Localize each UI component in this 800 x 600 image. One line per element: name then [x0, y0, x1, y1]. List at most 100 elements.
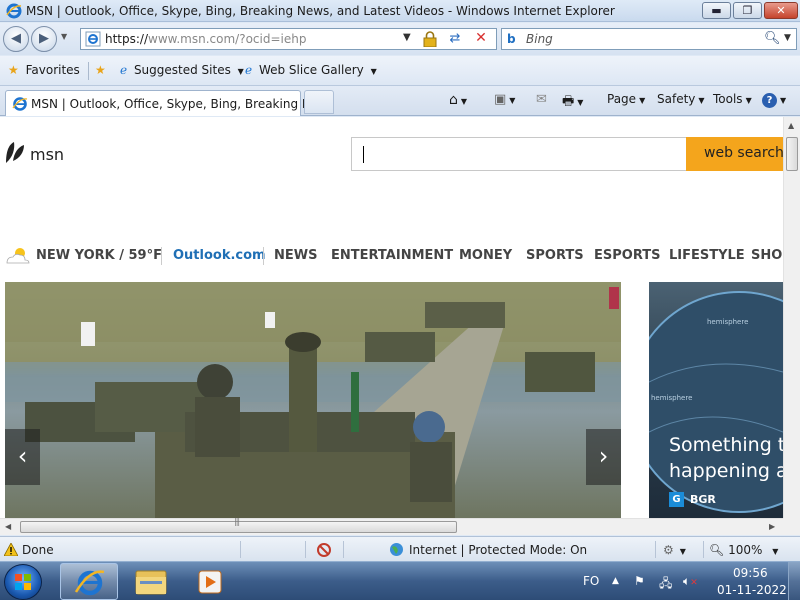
headline-line-2: happening at [669, 460, 783, 482]
search-options-dropdown-icon[interactable]: ▼ [784, 33, 791, 43]
address-bar[interactable]: https://www.msn.com/?ocid=iehp ▼ ⇄ ✕ [80, 28, 497, 50]
recent-pages-dropdown-icon[interactable]: ▼ [61, 32, 67, 41]
volume-muted-icon[interactable]: 🔈︎✕ [683, 574, 698, 589]
nav-shop[interactable]: SHOP [751, 248, 783, 263]
add-to-favorites-bar-button[interactable]: ★ [95, 63, 106, 77]
favorites-button[interactable]: ★ Favorites [8, 63, 80, 77]
weather-location-link[interactable]: NEW YORK / 59°F [36, 248, 162, 263]
side-card-source: BGR [690, 493, 716, 506]
language-indicator[interactable]: FO [583, 574, 599, 588]
warning-icon[interactable] [4, 543, 18, 556]
favorites-divider [88, 62, 89, 80]
forward-button[interactable]: ▶ [31, 26, 57, 52]
nav-entertainment[interactable]: ENTERTAINMENT [331, 248, 453, 263]
network-icon[interactable]: 🖧 [659, 574, 672, 595]
show-desktop-button[interactable] [788, 562, 800, 600]
protected-mode-settings[interactable]: ⚙ ▼ [663, 543, 686, 557]
show-hidden-icons-icon[interactable]: ▲ [612, 576, 619, 586]
hero-news-image[interactable] [5, 282, 621, 518]
scroll-left-icon[interactable]: ◀ [5, 522, 11, 531]
favorites-label: Favorites [25, 63, 80, 77]
nav-divider [161, 247, 162, 265]
chevron-down-icon: ▼ [698, 96, 705, 105]
vertical-scrollbar[interactable]: ▲ [783, 117, 800, 518]
internet-zone-globe-icon [390, 543, 403, 556]
tools-menu-label: Tools [713, 92, 743, 106]
status-text: Done [22, 543, 54, 557]
close-button[interactable]: ✕ [764, 2, 798, 19]
suggested-sites-button[interactable]: ℯ Suggested Sites ▼ [120, 63, 244, 77]
nav-outlook[interactable]: Outlook.com [173, 248, 266, 263]
url-path: /?ocid=iehp [235, 32, 307, 46]
carousel-prev-button[interactable]: ‹ [5, 429, 40, 485]
start-button[interactable] [4, 564, 42, 600]
nav-money[interactable]: MONEY [459, 248, 512, 263]
search-bar[interactable]: b Bing 🔍︎ ▼ [501, 28, 797, 50]
tools-menu-button[interactable]: Tools ▼ [713, 92, 752, 106]
scrollbar-corner [783, 518, 800, 535]
folder-icon [135, 570, 167, 595]
nav-esports[interactable]: ESPORTS [594, 248, 660, 263]
page-content: msn web search NEW YORK / 59°F Outlook.c… [0, 117, 783, 518]
home-button[interactable]: ⌂ ▼ [449, 92, 467, 108]
lock-icon[interactable] [423, 31, 437, 47]
favorites-bar: ★ Favorites ★ ℯ Suggested Sites ▼ ℯ Web … [0, 56, 800, 86]
zoom-control[interactable]: 🔍︎ 100% ▼ [709, 543, 778, 557]
page-menu-button[interactable]: Page ▼ [607, 92, 645, 106]
search-placeholder[interactable]: Bing [526, 32, 553, 46]
print-icon: 🖶 [562, 94, 575, 109]
search-icon[interactable]: 🔍︎ [764, 31, 781, 46]
url-host: www.msn.com [148, 32, 236, 46]
minimize-button[interactable]: ▬ [702, 2, 731, 19]
new-tab-button[interactable] [304, 90, 334, 114]
media-player-icon [198, 570, 222, 594]
carousel-next-button[interactable]: › [586, 429, 621, 485]
msn-butterfly-icon[interactable] [4, 139, 26, 165]
tab-msn[interactable]: MSN | Outlook, Office, Skype, Bing, Brea… [5, 90, 330, 116]
safety-menu-button[interactable]: Safety ▼ [657, 92, 705, 106]
back-button[interactable]: ◀ [3, 26, 29, 52]
protected-mode-icon: ⚙ [663, 543, 674, 557]
scroll-up-icon[interactable]: ▲ [788, 121, 794, 130]
security-zone-text[interactable]: Internet | Protected Mode: On [409, 543, 587, 557]
msn-search-input[interactable] [351, 137, 687, 171]
taskbar-media-player[interactable] [182, 563, 240, 600]
web-search-button[interactable]: web search [686, 137, 783, 171]
read-mail-button[interactable]: ✉ [536, 92, 547, 107]
map-label: hemisphere [707, 318, 748, 326]
chevron-down-icon: ▼ [780, 96, 787, 105]
taskbar-internet-explorer[interactable] [60, 563, 118, 600]
address-dropdown-icon[interactable]: ▼ [403, 32, 411, 43]
feeds-button[interactable]: ▣ ▼ [494, 92, 515, 107]
stop-icon[interactable]: ✕ [473, 30, 489, 46]
nav-lifestyle[interactable]: LIFESTYLE [669, 248, 745, 263]
nav-sports[interactable]: SPORTS [526, 248, 584, 263]
tab-row: MSN | Outlook, Office, Skype, Bing, Brea… [0, 86, 800, 116]
status-divider [703, 541, 704, 558]
compatibility-refresh-icon[interactable]: ⇄ [447, 31, 463, 47]
chevron-down-icon: ▼ [577, 98, 584, 107]
internet-explorer-icon [74, 570, 105, 596]
maximize-button[interactable]: ❐ [733, 2, 762, 19]
clock-time[interactable]: 09:56 [733, 566, 768, 580]
print-button[interactable]: 🖶 ▼ [562, 92, 583, 114]
taskbar-file-explorer[interactable] [122, 563, 180, 600]
vertical-scroll-thumb[interactable] [786, 137, 798, 171]
msn-logo-text[interactable]: msn [30, 145, 64, 164]
zoom-level: 100% [728, 543, 763, 557]
scroll-right-icon[interactable]: ▶ [769, 522, 775, 531]
horizontal-scrollbar[interactable]: ◀ ||| ▶ [0, 517, 783, 535]
rss-feed-icon: ▣ [494, 92, 507, 107]
chevron-left-icon: ‹ [17, 442, 28, 470]
side-news-card[interactable]: hemisphere hemisphere Something te happe… [649, 282, 783, 518]
url-text[interactable]: https://www.msn.com/?ocid=iehp [105, 32, 306, 46]
add-favorite-icon: ★ [95, 63, 106, 77]
clock-date[interactable]: 01-11-2022 [717, 583, 787, 597]
action-center-flag-icon[interactable]: ⚑ [634, 574, 645, 588]
nav-news[interactable]: NEWS [274, 248, 317, 263]
web-slice-gallery-button[interactable]: ℯ Web Slice Gallery ▼ [245, 63, 377, 77]
side-card-headline[interactable]: Something te happening at [669, 432, 783, 484]
privacy-report-icon[interactable] [316, 542, 332, 558]
help-button[interactable]: ? ▼ [762, 92, 786, 108]
chevron-down-icon: ▼ [772, 547, 779, 556]
